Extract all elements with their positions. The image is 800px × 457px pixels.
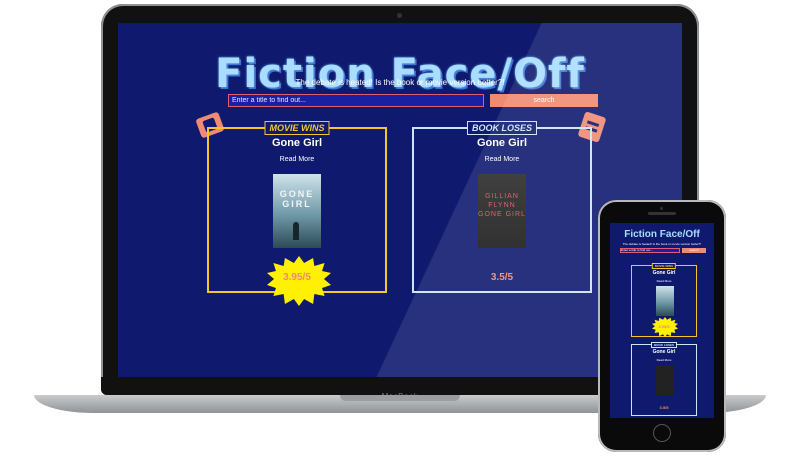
tagline: The debate is heated! Is the book or mov… bbox=[295, 78, 505, 87]
book-cover[interactable]: GILLIAN FLYNN GONE GIRL bbox=[478, 174, 526, 248]
movie-read-more-link[interactable]: Read More bbox=[209, 156, 385, 163]
search-button[interactable]: search bbox=[490, 94, 598, 107]
mobile-book-title: Gone Girl bbox=[652, 349, 676, 355]
mobile-tagline: The debate is heated! Is the book or mov… bbox=[622, 242, 702, 246]
movie-rating: 3.95/5 bbox=[283, 272, 311, 283]
phone-camera-icon bbox=[660, 207, 663, 210]
book-title: Gone Girl bbox=[476, 137, 528, 149]
movie-wins-badge: MOVIE WINS bbox=[264, 121, 330, 135]
app-title: Fiction Face/Off bbox=[215, 51, 585, 97]
phone-speaker bbox=[648, 212, 676, 215]
movie-title: Gone Girl bbox=[271, 137, 323, 149]
laptop-camera-icon bbox=[397, 13, 402, 18]
mobile-movie-poster[interactable] bbox=[656, 286, 674, 316]
mobile-book-cover[interactable] bbox=[656, 365, 674, 395]
book-card: BOOK LOSES Gone Girl Read More GILLIAN F… bbox=[412, 121, 592, 293]
mobile-book-card: BOOK LOSES Gone Girl Read More 3.5/5 bbox=[631, 342, 697, 416]
home-button[interactable] bbox=[653, 424, 671, 442]
laptop-notch bbox=[340, 395, 460, 401]
movie-poster[interactable]: GONE GIRL bbox=[273, 174, 321, 248]
mobile-book-badge: BOOK LOSES bbox=[650, 342, 678, 348]
movie-card: MOVIE WINS Gone Girl Read More GONE GIRL… bbox=[207, 121, 387, 306]
movie-poster-text: GONE GIRL bbox=[279, 189, 315, 209]
mobile-app-title: Fiction Face/Off bbox=[624, 229, 700, 240]
book-rating: 3.5/5 bbox=[490, 272, 514, 283]
search-input[interactable] bbox=[228, 94, 484, 107]
mobile-book-rating: 3.5/5 bbox=[659, 405, 669, 410]
poster-figure bbox=[293, 222, 299, 240]
mobile-movie-badge: MOVIE WINS bbox=[651, 263, 677, 269]
mobile-movie-rating: 3.95/5 bbox=[658, 324, 670, 329]
phone-screen: Fiction Face/Off The debate is heated! I… bbox=[610, 223, 714, 418]
mobile-search-button[interactable]: search bbox=[682, 248, 706, 253]
mobile-search-input[interactable]: Enter a title to find out... bbox=[620, 248, 680, 253]
book-cover-text: GILLIAN FLYNN GONE GIRL bbox=[478, 193, 526, 218]
book-read-more-link[interactable]: Read More bbox=[414, 156, 590, 163]
mobile-movie-read-more[interactable]: Read More bbox=[632, 279, 696, 283]
mobile-movie-card: MOVIE WINS Gone Girl Read More 3.95/5 bbox=[631, 263, 697, 337]
mobile-movie-title: Gone Girl bbox=[652, 270, 676, 276]
book-loses-badge: BOOK LOSES bbox=[466, 121, 538, 135]
mobile-book-read-more[interactable]: Read More bbox=[632, 358, 696, 362]
